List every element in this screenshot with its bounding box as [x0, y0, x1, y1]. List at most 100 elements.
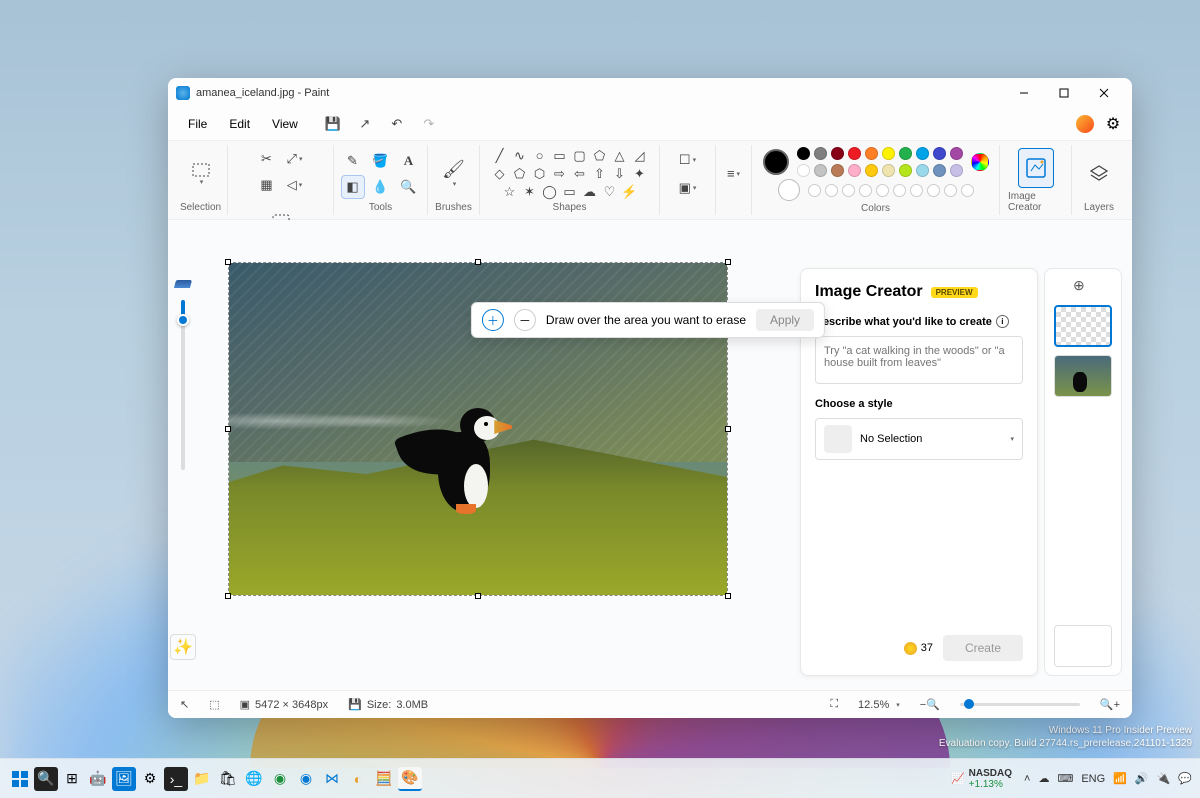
resize-handle[interactable]: [725, 259, 731, 265]
tray-power-icon[interactable]: 🔌: [1157, 772, 1171, 785]
brush-size-slider[interactable]: [181, 300, 185, 470]
app3-taskbar[interactable]: ◐: [346, 767, 370, 791]
eyedropper-tool[interactable]: 💧: [369, 175, 393, 199]
tray-wifi-icon[interactable]: 📶: [1113, 772, 1127, 785]
calc-taskbar[interactable]: 🧮: [372, 767, 396, 791]
tray-onedrive-icon[interactable]: ☁: [1038, 772, 1049, 785]
zoom-slider[interactable]: [960, 703, 1080, 706]
color-swatch[interactable]: [848, 164, 861, 177]
fill-tool[interactable]: 🪣: [369, 149, 393, 173]
pentagon-shape[interactable]: ⬠: [512, 166, 528, 182]
oval-shape[interactable]: ○: [532, 148, 548, 164]
custom-color-slot[interactable]: [961, 184, 974, 197]
app1-taskbar[interactable]: ◉: [268, 767, 292, 791]
right-triangle-shape[interactable]: ◿: [632, 148, 648, 164]
star6-shape[interactable]: ✶: [522, 184, 538, 200]
color-2[interactable]: [778, 179, 800, 201]
photos-taskbar[interactable]: 🖼: [112, 767, 136, 791]
callout-rect-shape[interactable]: ▭: [562, 184, 578, 200]
triangle-shape[interactable]: △: [612, 148, 628, 164]
edge-taskbar[interactable]: 🌐: [242, 767, 266, 791]
close-button[interactable]: [1084, 79, 1124, 107]
arrow-r-shape[interactable]: ⇨: [552, 166, 568, 182]
lightning-shape[interactable]: ⚡: [622, 184, 638, 200]
resize-handle[interactable]: [475, 593, 481, 599]
custom-color-slot[interactable]: [825, 184, 838, 197]
color-swatch[interactable]: [899, 164, 912, 177]
color-swatch[interactable]: [797, 164, 810, 177]
minimize-button[interactable]: [1004, 79, 1044, 107]
undo-icon[interactable]: ↶: [388, 116, 406, 132]
color-swatch[interactable]: [797, 147, 810, 160]
zoom-dropdown[interactable]: 12.5% ▾: [858, 699, 900, 711]
color-swatch[interactable]: [882, 164, 895, 177]
resize-handle[interactable]: [225, 426, 231, 432]
star4-shape[interactable]: ✦: [632, 166, 648, 182]
custom-color-slot[interactable]: [927, 184, 940, 197]
color-1[interactable]: [763, 149, 789, 175]
color-swatch[interactable]: [950, 164, 963, 177]
tray-keyboard-icon[interactable]: ⌨: [1057, 772, 1073, 785]
paint-taskbar[interactable]: 🎨: [398, 767, 422, 791]
resize-handle[interactable]: [725, 426, 731, 432]
create-button[interactable]: Create: [943, 635, 1023, 661]
search-button[interactable]: 🔍: [34, 767, 58, 791]
color-swatch[interactable]: [814, 147, 827, 160]
menu-edit[interactable]: Edit: [219, 113, 260, 135]
copilot-button[interactable]: ✨: [170, 634, 196, 660]
layer-thumb-2[interactable]: [1054, 355, 1112, 397]
callout-cloud-shape[interactable]: ☁: [582, 184, 598, 200]
resize-tool[interactable]: ⤢▾: [283, 147, 307, 171]
settings-taskbar[interactable]: ⚙: [138, 767, 162, 791]
custom-color-slot[interactable]: [910, 184, 923, 197]
settings-icon[interactable]: ⚙: [1104, 114, 1122, 134]
layer-background[interactable]: [1054, 625, 1112, 667]
color-swatch[interactable]: [848, 147, 861, 160]
arrow-d-shape[interactable]: ⇩: [612, 166, 628, 182]
task-view-button[interactable]: ⊞: [60, 767, 84, 791]
arrow-l-shape[interactable]: ⇦: [572, 166, 588, 182]
user-avatar[interactable]: [1076, 115, 1094, 133]
stock-widget[interactable]: 📈 NASDAQ +1.13%: [951, 768, 1012, 790]
curve-shape[interactable]: ∿: [512, 148, 528, 164]
outline-tool[interactable]: ☐▾: [676, 148, 700, 172]
color-swatch[interactable]: [899, 147, 912, 160]
color-swatch[interactable]: [865, 147, 878, 160]
polygon-shape[interactable]: ⬠: [592, 148, 608, 164]
heart-shape[interactable]: ♡: [602, 184, 618, 200]
brushes-tool[interactable]: 🖌▾: [436, 154, 472, 194]
line-shape[interactable]: ╱: [492, 148, 508, 164]
custom-color-slot[interactable]: [876, 184, 889, 197]
color-swatch[interactable]: [814, 164, 827, 177]
menu-file[interactable]: File: [178, 113, 217, 135]
custom-color-slot[interactable]: [893, 184, 906, 197]
color-swatch[interactable]: [933, 164, 946, 177]
redo-icon[interactable]: ↷: [420, 116, 438, 132]
color-swatch[interactable]: [882, 147, 895, 160]
tray-notification-icon[interactable]: 💬: [1178, 772, 1192, 785]
menu-view[interactable]: View: [262, 113, 308, 135]
color-swatch[interactable]: [916, 147, 929, 160]
resize-handle[interactable]: [225, 259, 231, 265]
zoom-in-button[interactable]: 🔍+: [1100, 698, 1120, 711]
style-selector[interactable]: No Selection ▾: [815, 418, 1023, 460]
hexagon-shape[interactable]: ⬡: [532, 166, 548, 182]
custom-color-slot[interactable]: [944, 184, 957, 197]
terminal-taskbar[interactable]: ›_: [164, 767, 188, 791]
fit-screen-button[interactable]: ⛶: [830, 698, 838, 711]
start-button[interactable]: [8, 767, 32, 791]
zoom-out-button[interactable]: −🔍: [920, 698, 940, 711]
color-swatch[interactable]: [933, 147, 946, 160]
add-layer-button[interactable]: ⊕: [1073, 277, 1093, 297]
custom-color-slot[interactable]: [808, 184, 821, 197]
share-icon[interactable]: ↗: [356, 116, 374, 132]
fill-style-tool[interactable]: ▣▾: [676, 176, 700, 200]
callout-round-shape[interactable]: ◯: [542, 184, 558, 200]
pencil-tool[interactable]: ✎: [341, 149, 365, 173]
image-creator-button[interactable]: [1018, 148, 1054, 188]
arrow-u-shape[interactable]: ⇧: [592, 166, 608, 182]
magnify-tool[interactable]: 🔍: [397, 175, 421, 199]
maximize-button[interactable]: [1044, 79, 1084, 107]
tray-chevron[interactable]: ˄: [1024, 773, 1030, 785]
ic-prompt-input[interactable]: [815, 336, 1023, 384]
